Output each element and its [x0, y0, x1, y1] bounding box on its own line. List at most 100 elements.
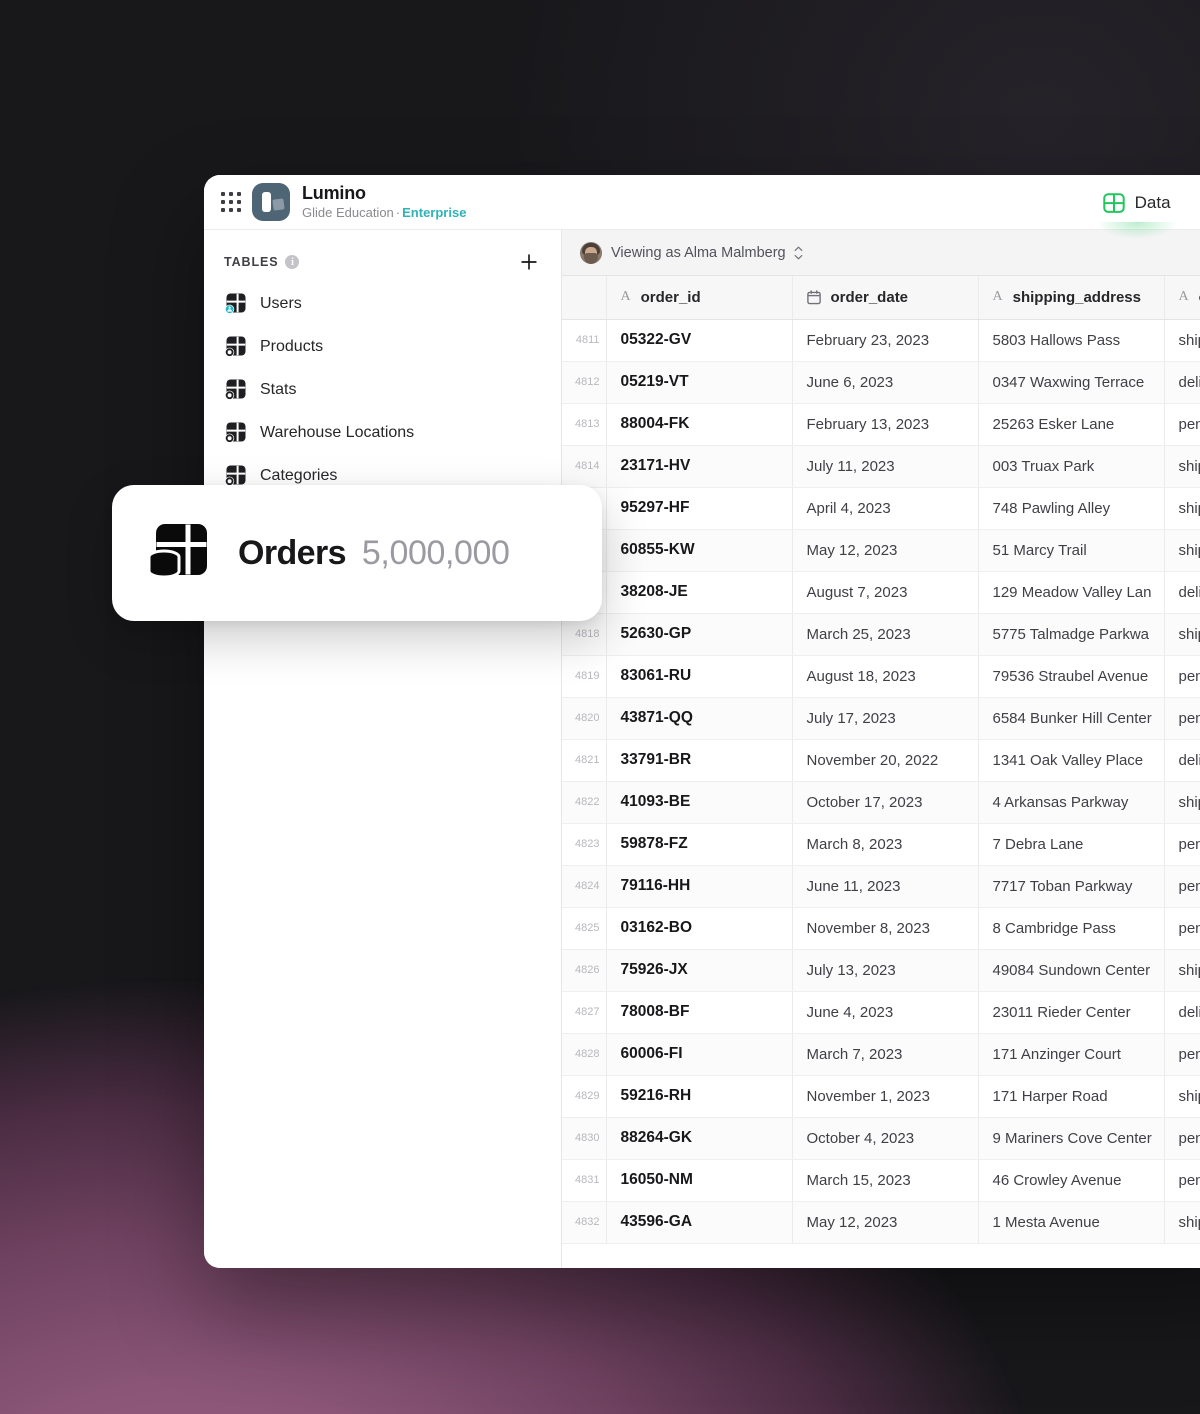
cell-order-date[interactable]: November 1, 2023	[792, 1075, 979, 1118]
cell-order-id[interactable]: 88264-GK	[606, 1117, 793, 1160]
add-table-button[interactable]	[515, 248, 543, 276]
cell-order-date[interactable]: July 13, 2023	[792, 949, 979, 992]
table-row[interactable]: 4829 59216-RH November 1, 2023 171 Harper R…	[562, 1075, 1200, 1118]
table-row[interactable]: 4818 52630-GP March 25, 2023 5775 Talmadge …	[562, 613, 1200, 656]
chevron-updown-icon[interactable]	[794, 246, 803, 260]
orders-table-card[interactable]: Orders 5,000,000	[112, 485, 602, 621]
cell-shipping-address[interactable]: 4 Arkansas Parkway	[978, 781, 1165, 824]
cell-order-date[interactable]: October 17, 2023	[792, 781, 979, 824]
cell-order-status[interactable]: pend	[1164, 1033, 1200, 1076]
table-row[interactable]: 4832 43596-GA May 12, 2023 1 Mesta Avenue sh…	[562, 1201, 1200, 1244]
cell-order-status[interactable]: ship	[1164, 613, 1200, 656]
table-row[interactable]: 4825 03162-BO November 8, 2023 8 Cambridge …	[562, 907, 1200, 950]
cell-shipping-address[interactable]: 748 Pawling Alley	[978, 487, 1165, 530]
cell-shipping-address[interactable]: 5775 Talmadge Parkwa	[978, 613, 1165, 656]
cell-order-date[interactable]: February 23, 2023	[792, 319, 979, 362]
viewing-as-bar[interactable]: Viewing as Alma Malmberg	[562, 230, 1200, 276]
cell-order-date[interactable]: July 17, 2023	[792, 697, 979, 740]
cell-shipping-address[interactable]: 46 Crowley Avenue	[978, 1159, 1165, 1202]
cell-order-id[interactable]: 41093-BE	[606, 781, 793, 824]
cell-order-status[interactable]: pend	[1164, 823, 1200, 866]
column-header-order-date[interactable]: order_date	[792, 276, 979, 320]
cell-order-status[interactable]: deliv	[1164, 361, 1200, 404]
cell-order-id[interactable]: 88004-FK	[606, 403, 793, 446]
cell-order-id[interactable]: 52630-GP	[606, 613, 793, 656]
cell-order-date[interactable]: October 4, 2023	[792, 1117, 979, 1160]
table-row[interactable]: 4819 83061-RU August 18, 2023 79536 Straube…	[562, 655, 1200, 698]
cell-order-status[interactable]: deliv	[1164, 571, 1200, 614]
cell-order-date[interactable]: March 8, 2023	[792, 823, 979, 866]
table-row[interactable]: 482359878-FZMarch 8, 20237 Debra Lanepen…	[562, 823, 1200, 866]
table-row[interactable]: 481738208-JEAugust 7, 2023129 Meadow Val…	[562, 571, 1200, 614]
cell-order-status[interactable]: pend	[1164, 865, 1200, 908]
cell-shipping-address[interactable]: 171 Harper Road	[978, 1075, 1165, 1118]
cell-order-status[interactable]: ship	[1164, 445, 1200, 488]
info-icon[interactable]: i	[285, 255, 300, 269]
cell-order-status[interactable]: deliv	[1164, 991, 1200, 1034]
sidebar-item-users[interactable]: Users	[204, 282, 561, 325]
cell-order-id[interactable]: 23171-HV	[606, 445, 793, 488]
cell-order-id[interactable]: 05322-GV	[606, 319, 793, 362]
plan-badge[interactable]: Enterprise	[402, 205, 466, 220]
table-row[interactable]: 4826 75926-JX July 13, 2023 49084 Sundown C…	[562, 949, 1200, 992]
cell-order-date[interactable]: March 25, 2023	[792, 613, 979, 656]
cell-order-id[interactable]: 59216-RH	[606, 1075, 793, 1118]
cell-order-status[interactable]: ship	[1164, 487, 1200, 530]
cell-shipping-address[interactable]: 1341 Oak Valley Place	[978, 739, 1165, 782]
tab-data[interactable]: Data	[1080, 175, 1193, 256]
cell-order-status[interactable]: ship	[1164, 1201, 1200, 1244]
table-row[interactable]: 4827 78008-BF June 4, 2023 23011 Rieder Cen…	[562, 991, 1200, 1034]
cell-shipping-address[interactable]: 9 Mariners Cove Center	[978, 1117, 1165, 1160]
cell-order-id[interactable]: 05219-VT	[606, 361, 793, 404]
table-row[interactable]: 4813 88004-FK February 13, 2023 25263 Esker…	[562, 403, 1200, 446]
cell-order-date[interactable]: June 4, 2023	[792, 991, 979, 1034]
table-row[interactable]: 481660855-KWMay 12, 202351 Marcy Trailsh…	[562, 529, 1200, 572]
cell-order-status[interactable]: ship	[1164, 529, 1200, 572]
cell-order-date[interactable]: November 20, 2022	[792, 739, 979, 782]
cell-order-id[interactable]: 33791-BR	[606, 739, 793, 782]
cell-shipping-address[interactable]: 8 Cambridge Pass	[978, 907, 1165, 950]
table-row[interactable]: 4831 16050-NM March 15, 2023 46 Crowley Ave…	[562, 1159, 1200, 1202]
cell-order-status[interactable]: deliv	[1164, 739, 1200, 782]
cell-shipping-address[interactable]: 5803 Hallows Pass	[978, 319, 1165, 362]
cell-order-id[interactable]: 60855-KW	[606, 529, 793, 572]
cell-order-id[interactable]: 43871-QQ	[606, 697, 793, 740]
table-row[interactable]: 4822 41093-BE October 17, 2023 4 Arkansas P…	[562, 781, 1200, 824]
table-row[interactable]: 4824 79116-HH June 11, 2023 7717 Toban Park…	[562, 865, 1200, 908]
cell-shipping-address[interactable]: 003 Truax Park	[978, 445, 1165, 488]
sidebar-item-stats[interactable]: Stats	[204, 368, 561, 411]
cell-shipping-address[interactable]: 171 Anzinger Court	[978, 1033, 1165, 1076]
cell-order-id[interactable]: 83061-RU	[606, 655, 793, 698]
cell-order-date[interactable]: June 6, 2023	[792, 361, 979, 404]
app-switcher-grid-icon[interactable]	[218, 189, 244, 215]
table-row[interactable]: 4828 60006-FI March 7, 2023 171 Anzinger Co…	[562, 1033, 1200, 1076]
table-row[interactable]: 4830 88264-GK October 4, 2023 9 Mariners Co…	[562, 1117, 1200, 1160]
cell-order-date[interactable]: March 7, 2023	[792, 1033, 979, 1076]
cell-order-status[interactable]: pend	[1164, 655, 1200, 698]
cell-shipping-address[interactable]: 1 Mesta Avenue	[978, 1201, 1165, 1244]
cell-order-id[interactable]: 03162-BO	[606, 907, 793, 950]
cell-order-date[interactable]: August 7, 2023	[792, 571, 979, 614]
cell-order-status[interactable]: pend	[1164, 697, 1200, 740]
cell-order-status[interactable]: ship	[1164, 949, 1200, 992]
cell-order-date[interactable]: April 4, 2023	[792, 487, 979, 530]
cell-order-date[interactable]: May 12, 2023	[792, 1201, 979, 1244]
table-row[interactable]: 4812 05219-VT June 6, 2023 0347 Waxwing Ter…	[562, 361, 1200, 404]
cell-shipping-address[interactable]: 129 Meadow Valley Lan	[978, 571, 1165, 614]
cell-order-id[interactable]: 43596-GA	[606, 1201, 793, 1244]
cell-order-id[interactable]: 59878-FZ	[606, 823, 793, 866]
cell-order-id[interactable]: 38208-JE	[606, 571, 793, 614]
cell-order-status[interactable]: ship	[1164, 1075, 1200, 1118]
cell-order-status[interactable]: pend	[1164, 907, 1200, 950]
cell-order-status[interactable]: ship	[1164, 781, 1200, 824]
cell-shipping-address[interactable]: 7 Debra Lane	[978, 823, 1165, 866]
cell-order-id[interactable]: 16050-NM	[606, 1159, 793, 1202]
cell-order-status[interactable]: pend	[1164, 1117, 1200, 1160]
cell-order-status[interactable]: pend	[1164, 1159, 1200, 1202]
column-header-order-id[interactable]: A order_id	[606, 276, 793, 320]
cell-order-date[interactable]: November 8, 2023	[792, 907, 979, 950]
cell-order-date[interactable]: February 13, 2023	[792, 403, 979, 446]
cell-order-id[interactable]: 75926-JX	[606, 949, 793, 992]
cell-shipping-address[interactable]: 0347 Waxwing Terrace	[978, 361, 1165, 404]
cell-order-id[interactable]: 79116-HH	[606, 865, 793, 908]
